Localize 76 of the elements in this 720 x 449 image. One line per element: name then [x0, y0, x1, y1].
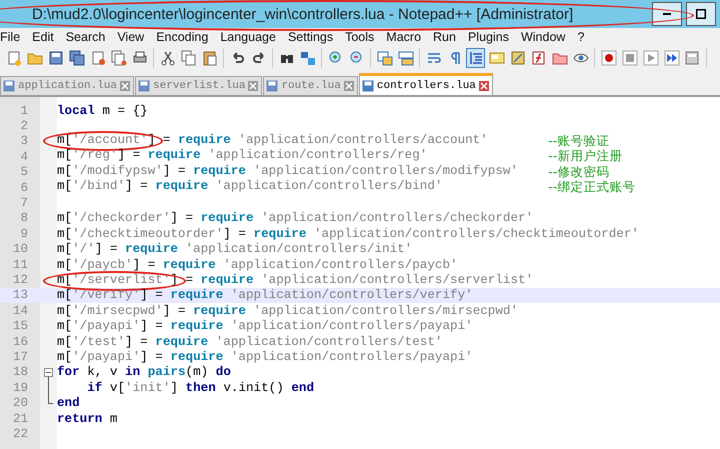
menu-item[interactable]: View	[111, 30, 150, 44]
close-icon[interactable]	[248, 81, 258, 91]
code-line: m['/bind'] = require 'application/controllers/bind'	[57, 179, 444, 196]
minimize-button[interactable]	[652, 2, 682, 26]
code-line: m['/mirsecpwd'] = require 'application/controllers/mirsecpwd'	[57, 304, 520, 318]
maximize-icon	[696, 9, 706, 19]
line-number: 4	[20, 150, 28, 164]
code-line: m['/verify'] = require 'application/controllers/verify'	[57, 288, 474, 302]
line-number: 3	[20, 134, 28, 148]
line-number: 20	[12, 396, 28, 410]
line-number: 18	[12, 365, 28, 380]
minimize-icon	[663, 13, 671, 15]
line-number: 1	[20, 104, 28, 118]
code-line: m['/checkorder'] = require 'application/controllers/checkorder'	[57, 211, 534, 226]
menu-item[interactable]: Search	[60, 30, 112, 44]
line-number: 14	[12, 304, 28, 318]
pages-close-icon[interactable]	[109, 48, 128, 68]
line-number: 13	[12, 288, 28, 302]
close-icon[interactable]	[478, 80, 489, 90]
code-line: m['/payapi'] = require 'application/controllers/payapi'	[57, 350, 474, 364]
code-comment: --账号验证	[548, 132, 610, 150]
line-number: 7	[20, 196, 28, 210]
menu-item[interactable]: ?	[571, 30, 590, 44]
line-number: 22	[12, 426, 28, 441]
line-number: 16	[12, 334, 28, 349]
line-number: 6	[20, 180, 28, 195]
copy-icon[interactable]	[179, 48, 198, 68]
menu-item[interactable]: File	[0, 30, 26, 44]
menu-item[interactable]: Language	[214, 30, 282, 44]
line-number: 15	[12, 319, 28, 334]
code-line: m['/test'] = require 'application/controllers/test'	[57, 334, 444, 349]
menu-item[interactable]: Plugins	[462, 30, 515, 44]
code-line: m['/paycb'] = require 'application/controllers/paycb'	[57, 258, 459, 272]
code-comment: --修改密码	[548, 164, 610, 180]
code-line: end	[57, 396, 81, 410]
code-comment: --新用户注册	[548, 148, 622, 166]
line-number: 21	[12, 412, 28, 426]
line-number: 11	[12, 258, 28, 272]
line-number: 8	[20, 211, 28, 226]
menu-item[interactable]: Macro	[380, 30, 428, 44]
code-line: return m	[57, 412, 118, 426]
fold-line-icon	[48, 380, 49, 396]
code-line: local m = {}	[57, 104, 149, 118]
fast-forward-icon[interactable]	[662, 48, 681, 68]
line-number: 5	[20, 165, 28, 180]
code-line: m['/modifypsw'] = require 'application/controllers/modifypsw'	[57, 164, 520, 180]
line-number: 19	[12, 380, 28, 395]
menu-item[interactable]: Edit	[26, 30, 60, 44]
menu-item[interactable]: Run	[427, 30, 462, 44]
close-icon[interactable]	[120, 81, 130, 91]
code-line: m['/'] = require 'application/controllers/init'	[57, 242, 414, 256]
line-number: 10	[12, 242, 28, 256]
code-line: for k, v in pairs(m) do	[57, 365, 232, 380]
menu-item[interactable]: Tools	[339, 30, 380, 44]
code-comment: --绑定正式账号	[548, 179, 636, 196]
code-line: m['/payapi'] = require 'application/controllers/payapi'	[57, 319, 474, 334]
file-tab[interactable]: controllers.lua	[358, 73, 493, 95]
stop-icon[interactable]	[620, 48, 639, 68]
code-line: m['/reg'] = require 'application/controllers/reg'	[57, 148, 428, 164]
code-line: m['/checktimeoutorder'] = require 'application/controllers/checktimeoutorder'	[57, 226, 639, 241]
play-icon[interactable]	[641, 48, 660, 68]
line-number: 2	[20, 119, 28, 134]
line-number: 12	[12, 272, 28, 287]
fold-end-icon	[48, 395, 53, 404]
menu-item[interactable]: Encoding	[150, 30, 214, 44]
maximize-button[interactable]	[686, 2, 716, 26]
menu-item[interactable]: Settings	[282, 30, 340, 44]
line-number: 17	[12, 350, 28, 364]
code-line: if v['init'] then v.init() end	[86, 380, 316, 395]
record-icon[interactable]	[599, 48, 618, 68]
line-number: 9	[20, 226, 28, 241]
close-icon[interactable]	[344, 81, 354, 91]
window-title: D:\mud2.0\logincenter\logincenter_win\controllers.lua - Notepad++ [Administrator]	[32, 6, 574, 22]
menu-item[interactable]: Window	[514, 30, 572, 44]
indent-guide-icon[interactable]	[466, 48, 485, 68]
floppy-disks-icon[interactable]	[67, 48, 86, 68]
